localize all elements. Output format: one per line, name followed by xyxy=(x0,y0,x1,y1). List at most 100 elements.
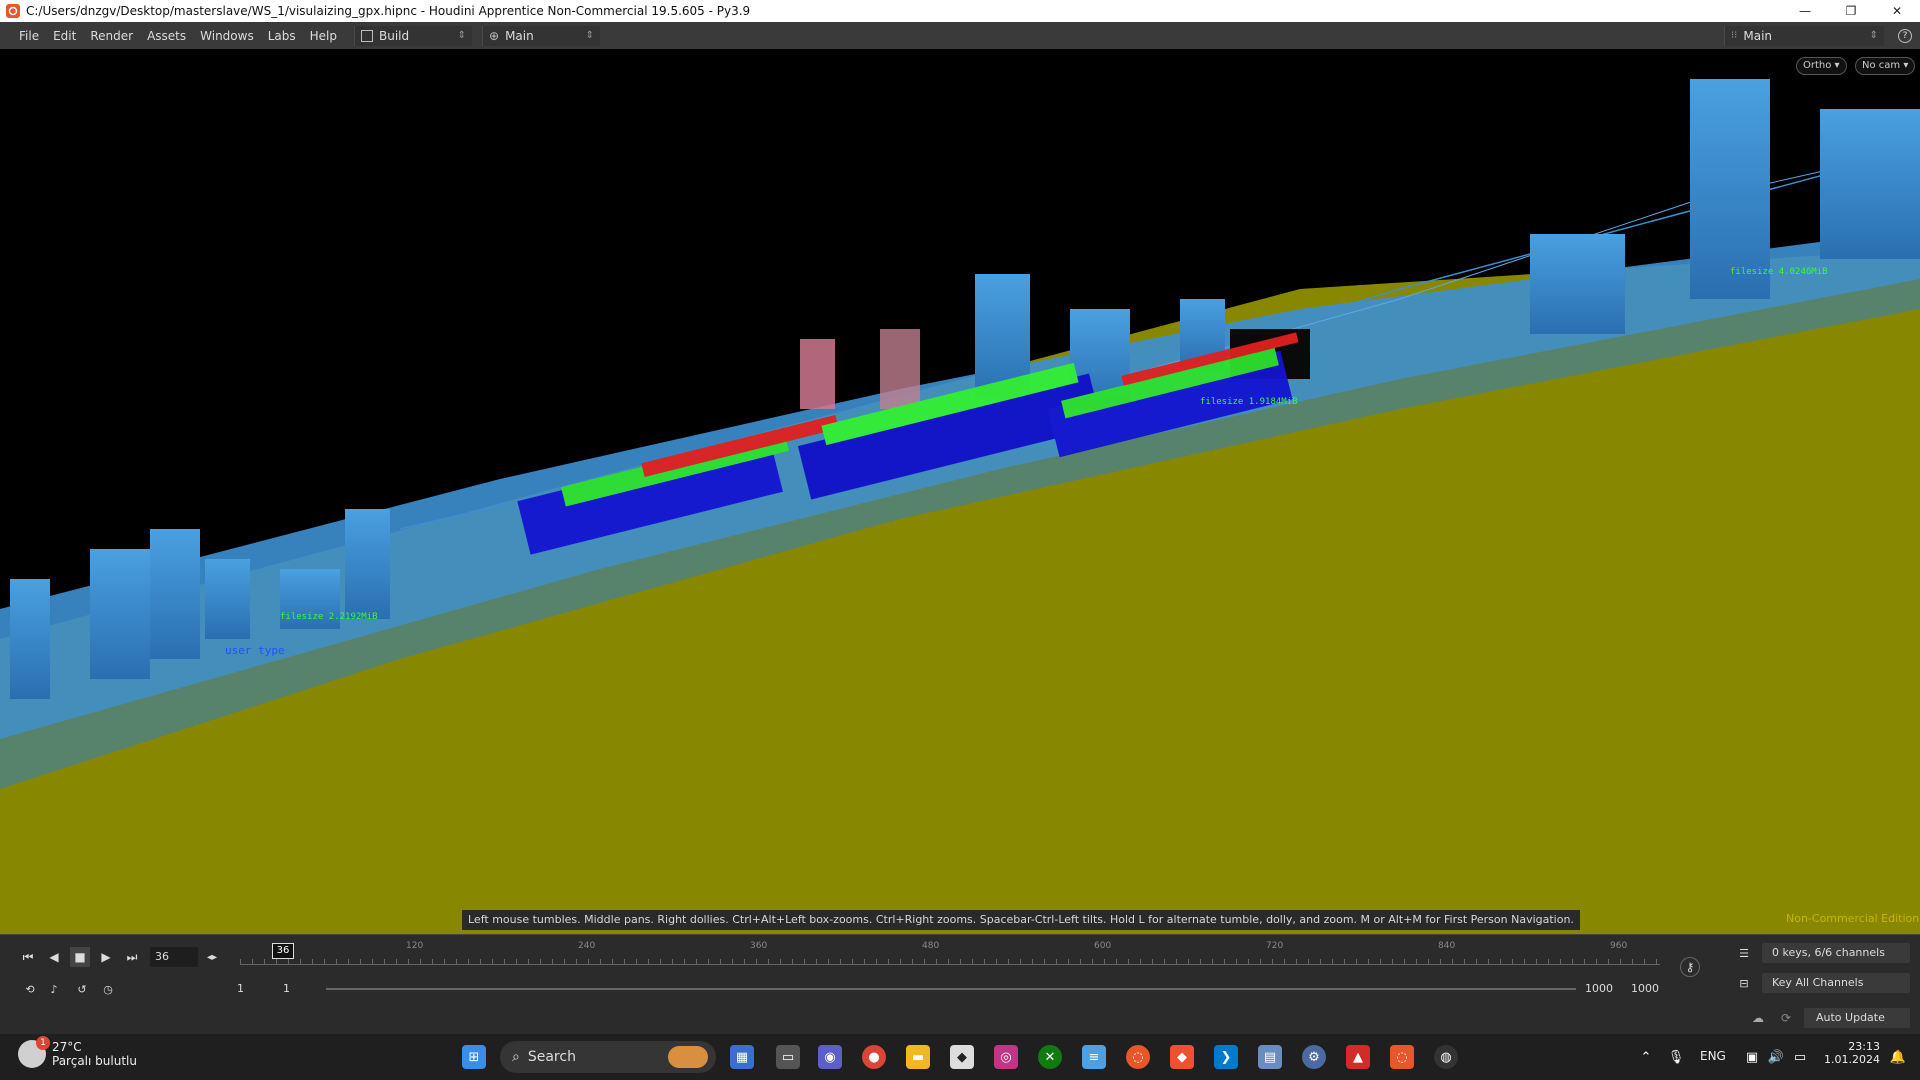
chevron-up-icon[interactable]: ⌃ xyxy=(1634,1045,1658,1069)
updown-arrow-icon: ⇕ xyxy=(457,30,466,41)
building xyxy=(800,339,835,409)
houdini-icon[interactable]: ◌ xyxy=(1390,1045,1414,1069)
build-desktop-select[interactable]: Build ⇕ xyxy=(354,25,472,46)
scene-viewport[interactable]: user type filesize 2.2192MiB filesize 1.… xyxy=(0,49,1920,934)
clock-time: 23:13 xyxy=(1848,1040,1880,1053)
windows-taskbar: 1 27°C Parçalı bulutlu ⊞ ⌕ Search ▦ ▭ ◉ … xyxy=(0,1034,1920,1080)
jump-start-icon[interactable]: ⏮ xyxy=(18,947,38,967)
updown-arrow-icon: ⇕ xyxy=(585,30,594,41)
clock-date: 1.01.2024 xyxy=(1824,1053,1880,1066)
menu-windows[interactable]: Windows xyxy=(193,29,261,43)
current-frame-field[interactable]: 36 xyxy=(150,947,198,967)
timeline-ruler[interactable]: 120 240 360 480 600 720 840 960 36 xyxy=(240,941,1660,971)
layout-icon xyxy=(361,29,373,42)
refresh-icon[interactable]: ⟳ xyxy=(1776,1008,1796,1028)
auto-update-button[interactable]: Auto Update xyxy=(1804,1008,1910,1028)
main-desktop-select[interactable]: ⊕ Main ⇕ xyxy=(482,25,600,46)
menu-render[interactable]: Render xyxy=(83,29,140,43)
clock-icon[interactable]: ◷ xyxy=(98,979,118,999)
search-placeholder: Search xyxy=(527,1049,576,1065)
menu-help[interactable]: Help xyxy=(303,29,344,43)
tick-label: 960 xyxy=(1610,941,1628,951)
realtime-icon[interactable]: ⟲ xyxy=(20,979,40,999)
xbox-icon[interactable]: ✕ xyxy=(1038,1045,1062,1069)
tick-label: 720 xyxy=(1266,941,1284,951)
window-title: C:/Users/dnzgv/Desktop/masterslave/WS_1/… xyxy=(26,4,751,18)
instagram-icon[interactable]: ◎ xyxy=(994,1045,1018,1069)
key-all-channels-button[interactable]: Key All Channels xyxy=(1762,973,1910,993)
weather-temp: 27°C xyxy=(52,1040,82,1054)
crosshair-icon: ⊕ xyxy=(489,28,500,43)
keys-info-button[interactable]: 0 keys, 6/6 channels xyxy=(1762,943,1910,963)
channel-list-icon[interactable]: ☰ xyxy=(1734,943,1754,963)
right-desktop-select[interactable]: ⁝⁝ Main ⇕ xyxy=(1724,25,1884,46)
task-view-icon[interactable]: ▭ xyxy=(776,1045,800,1069)
clock[interactable]: 23:13 1.01.2024 xyxy=(1824,1040,1880,1066)
minimize-button[interactable]: — xyxy=(1782,0,1828,22)
notepad-icon[interactable]: ≡ xyxy=(1082,1045,1106,1069)
range-slider[interactable] xyxy=(326,988,1576,990)
ortho-view-button[interactable]: Ortho ▾ xyxy=(1796,57,1847,75)
range-start-field[interactable]: 1 xyxy=(278,979,318,999)
rhino-icon[interactable]: ◆ xyxy=(950,1045,974,1069)
tick-label: 240 xyxy=(578,941,596,951)
menu-assets[interactable]: Assets xyxy=(140,29,193,43)
chrome-icon[interactable]: ● xyxy=(862,1045,886,1069)
range-end-field[interactable]: 1000 xyxy=(1580,979,1624,999)
tick-label: 480 xyxy=(922,941,940,951)
taskbar-search[interactable]: ⌕ Search xyxy=(500,1041,716,1073)
updown-arrow-icon: ⇕ xyxy=(1869,30,1878,41)
menu-file[interactable]: File xyxy=(12,29,46,43)
houdini-app-icon xyxy=(6,4,20,18)
close-button[interactable]: ✕ xyxy=(1874,0,1920,22)
widgets-icon[interactable]: ▦ xyxy=(730,1045,754,1069)
step-frame-icon[interactable]: ◂▸ xyxy=(202,947,222,967)
building xyxy=(1820,109,1920,259)
notifications-icon[interactable]: 🔔 xyxy=(1886,1045,1910,1069)
main-desktop-label: Main xyxy=(505,28,534,43)
step-back-icon[interactable]: ◀ xyxy=(44,947,64,967)
menu-edit[interactable]: Edit xyxy=(46,29,83,43)
notification-badge: 1 xyxy=(36,1036,50,1050)
image-viewer-icon[interactable]: ▤ xyxy=(1258,1045,1282,1069)
weather-widget[interactable]: 1 27°C Parçalı bulutlu xyxy=(18,1036,137,1068)
desktop-icon: ⁝⁝ xyxy=(1731,30,1738,41)
language-indicator[interactable]: ENG xyxy=(1700,1049,1726,1063)
jump-end-icon[interactable]: ⏭ xyxy=(122,947,142,967)
start-frame-field[interactable]: 1 xyxy=(232,979,272,999)
help-icon[interactable]: ? xyxy=(1898,28,1912,43)
volume-icon[interactable]: 🔊 xyxy=(1764,1045,1788,1069)
vscode-icon[interactable]: ❯ xyxy=(1214,1045,1238,1069)
scene-label-filesize-1: filesize 2.2192MiB xyxy=(280,612,378,622)
settings-icon[interactable]: ⚙ xyxy=(1302,1045,1326,1069)
audio-icon[interactable]: ♪ xyxy=(44,979,64,999)
key-icon[interactable]: ⚷ xyxy=(1680,957,1700,977)
microphone-icon[interactable]: 🎙 xyxy=(1664,1045,1688,1069)
maximize-button[interactable]: ❐ xyxy=(1828,0,1874,22)
acrobat-icon[interactable]: ▲ xyxy=(1346,1045,1370,1069)
right-desktop-label: Main xyxy=(1743,28,1773,43)
houdini-alt-icon[interactable]: ◍ xyxy=(1434,1045,1458,1069)
frame-cursor[interactable]: 36 xyxy=(272,943,294,959)
git-icon[interactable]: ◆ xyxy=(1170,1045,1194,1069)
building xyxy=(345,509,390,619)
network-icon[interactable]: ▣ xyxy=(1740,1045,1764,1069)
scene-render[interactable]: user type filesize 2.2192MiB filesize 1.… xyxy=(0,49,1920,934)
start-icon[interactable]: ⊞ xyxy=(462,1045,486,1069)
tick-label: 360 xyxy=(750,941,768,951)
building xyxy=(150,529,200,659)
camera-select-button[interactable]: No cam ▾ xyxy=(1855,57,1916,75)
stop-icon[interactable]: ■ xyxy=(70,947,90,967)
play-icon[interactable]: ▶ xyxy=(96,947,116,967)
scene-label-filesize-2: filesize 1.9184MiB xyxy=(1200,397,1298,407)
battery-icon[interactable]: ▭ xyxy=(1788,1045,1812,1069)
houdini-launcher-icon[interactable]: ◌ xyxy=(1126,1045,1150,1069)
building xyxy=(205,559,250,639)
key-channels-icon[interactable]: ⊟ xyxy=(1734,973,1754,993)
end-frame-field[interactable]: 1000 xyxy=(1626,979,1670,999)
building xyxy=(10,579,50,699)
teams-icon[interactable]: ◉ xyxy=(818,1045,842,1069)
menu-labs[interactable]: Labs xyxy=(261,29,303,43)
loop-icon[interactable]: ↺ xyxy=(72,979,92,999)
file-explorer-icon[interactable]: ▬ xyxy=(906,1045,930,1069)
